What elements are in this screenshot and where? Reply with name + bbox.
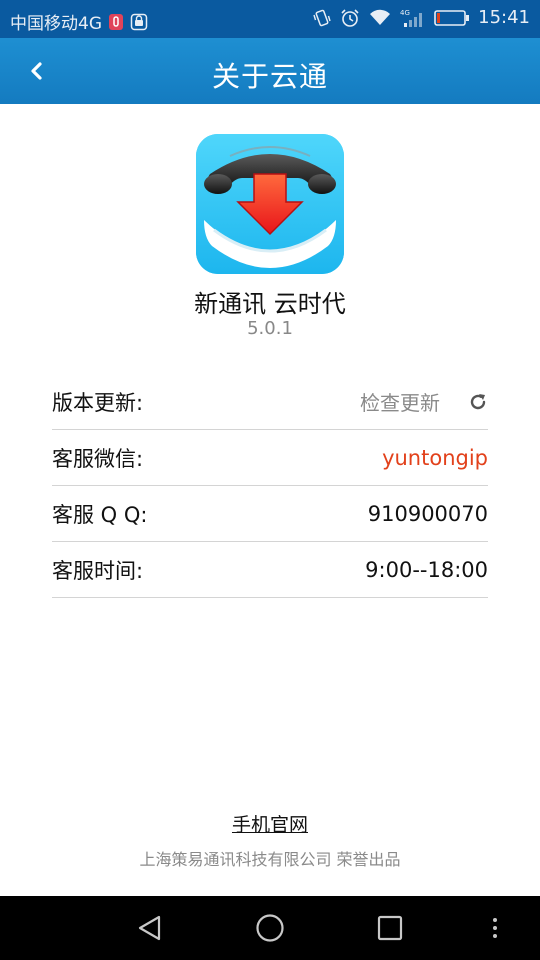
check-update-button[interactable]: 检查更新	[360, 387, 488, 416]
nav-back-button[interactable]	[132, 910, 168, 946]
clock: 15:41	[478, 7, 530, 28]
status-bar: 中国移动4G 4G 15:41	[0, 0, 540, 38]
shield-icon	[130, 13, 148, 31]
row-service-hours: 客服时间: 9:00--18:00	[52, 542, 488, 598]
alarm-icon	[340, 8, 360, 28]
row-version-update: 版本更新: 检查更新	[52, 374, 488, 430]
nav-recents-button[interactable]	[372, 910, 408, 946]
wechat-value[interactable]: yuntongip	[382, 446, 488, 470]
wifi-icon	[368, 9, 392, 27]
more-dots-icon	[493, 918, 497, 938]
website-link-wrap: 手机官网	[0, 810, 540, 837]
copyright-text: 上海策易通讯科技有限公司 荣誉出品	[139, 850, 401, 869]
refresh-icon	[470, 393, 486, 409]
app-version: 5.0.1	[247, 318, 293, 339]
row-wechat: 客服微信: yuntongip	[52, 430, 488, 486]
network-badge: 4G	[400, 9, 410, 17]
app-header: 关于云通	[0, 38, 540, 104]
nav-more-button[interactable]	[477, 910, 513, 946]
website-link[interactable]: 手机官网	[232, 814, 308, 836]
nav-home-button[interactable]	[252, 910, 288, 946]
back-triangle-icon	[138, 915, 161, 941]
vibrate-icon	[312, 8, 332, 28]
row-qq: 客服 Q Q: 910900070	[52, 486, 488, 542]
hours-label: 客服时间:	[52, 558, 144, 583]
qq-value: 910900070	[367, 501, 488, 526]
home-circle-icon	[256, 914, 284, 942]
info-list: 版本更新: 检查更新 客服微信: yuntongip 客服 Q Q: 91090…	[52, 374, 488, 598]
battery-icon	[434, 9, 470, 27]
system-nav-bar	[0, 896, 540, 960]
qq-label: 客服 Q Q:	[52, 502, 148, 527]
hours-value: 9:00--18:00	[365, 557, 488, 582]
app-logo-icon	[196, 134, 344, 274]
status-left: 中国移动4G	[10, 9, 148, 34]
notification-icon	[108, 13, 124, 31]
update-label: 版本更新:	[52, 390, 144, 415]
carrier-text: 中国移动4G	[10, 14, 102, 34]
signal-icon: 4G	[400, 8, 426, 28]
status-right: 4G 15:41	[312, 7, 530, 28]
check-update-text: 检查更新	[360, 391, 440, 415]
page-title: 关于云通	[211, 60, 328, 93]
wechat-label: 客服微信:	[52, 446, 144, 471]
recents-square-icon	[377, 915, 403, 941]
app-name: 新通讯 云时代	[194, 290, 346, 318]
